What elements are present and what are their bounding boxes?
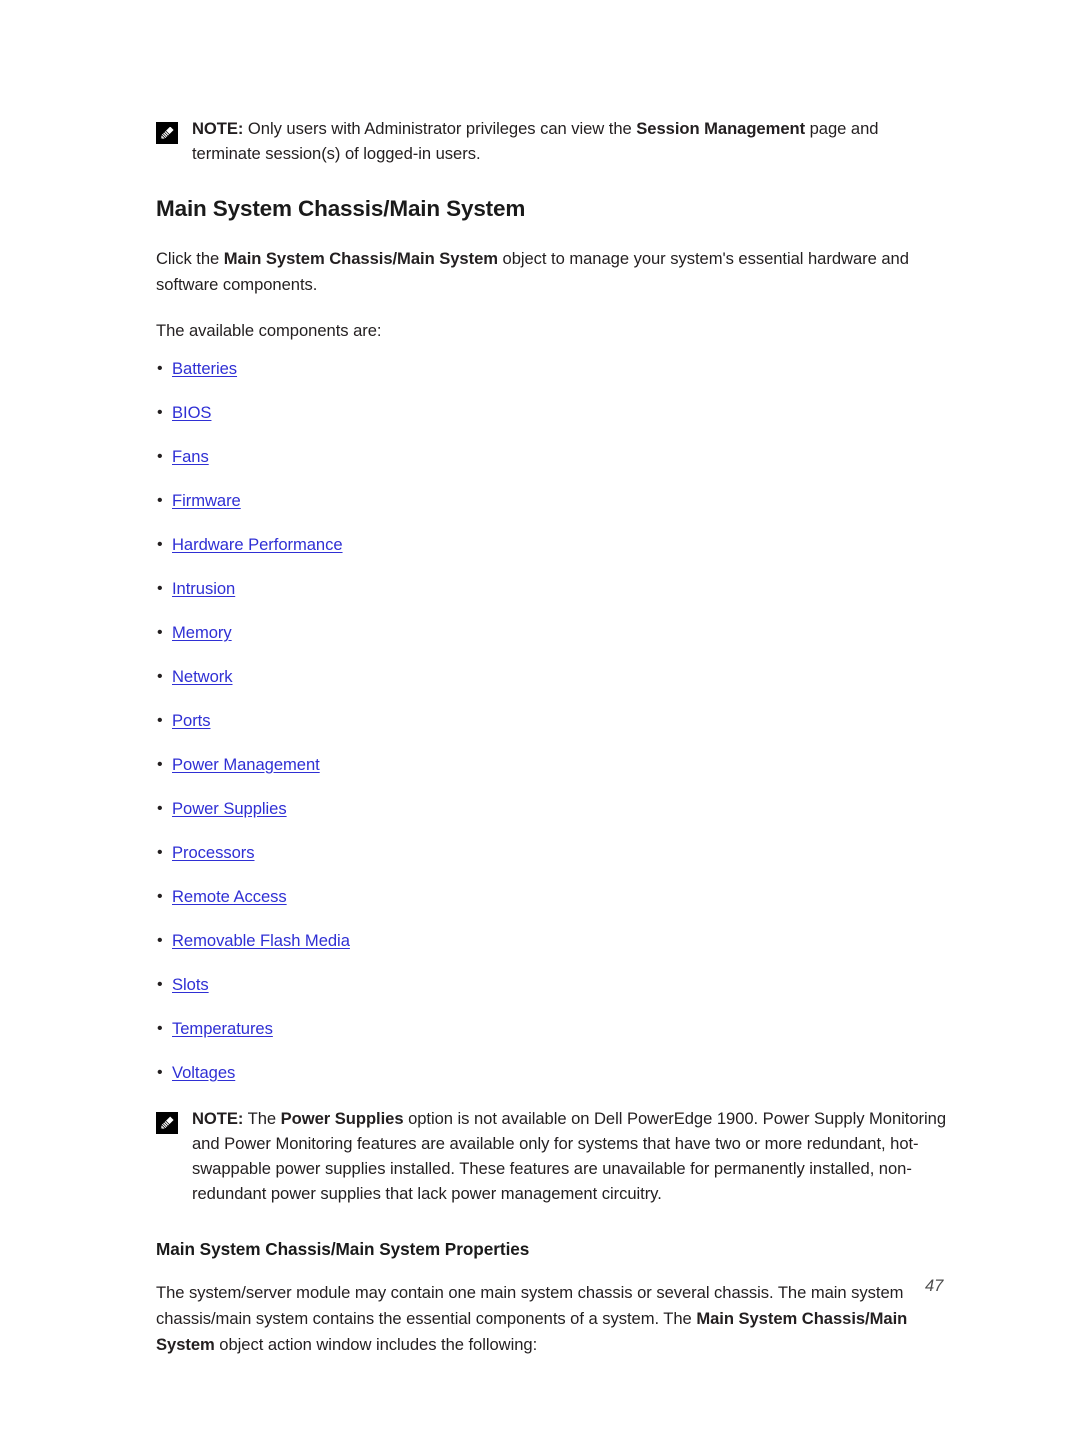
list-item: Ports — [156, 710, 948, 731]
link-removable-flash-media[interactable]: Removable Flash Media — [172, 931, 350, 950]
link-firmware[interactable]: Firmware — [172, 491, 241, 510]
page-number-value: 47 — [925, 1277, 944, 1295]
link-batteries[interactable]: Batteries — [172, 359, 237, 378]
list-item: Removable Flash Media — [156, 930, 948, 951]
link-fans[interactable]: Fans — [172, 447, 209, 466]
link-voltages[interactable]: Voltages — [172, 1063, 235, 1082]
note-pencil-icon — [156, 122, 178, 144]
available-components-label: The available components are: — [156, 321, 382, 340]
link-bios[interactable]: BIOS — [172, 403, 212, 422]
list-item: Slots — [156, 974, 948, 995]
note-text-bottom-part1: The — [243, 1109, 281, 1128]
list-item: Power Management — [156, 754, 948, 775]
list-item: Fans — [156, 446, 948, 467]
list-item: Firmware — [156, 490, 948, 511]
link-intrusion[interactable]: Intrusion — [172, 579, 235, 598]
document-page: NOTE: Only users with Administrator priv… — [0, 0, 1080, 1434]
link-slots[interactable]: Slots — [172, 975, 209, 994]
intro-part1: Click the — [156, 249, 224, 268]
note-block-bottom: NOTE: The Power Supplies option is not a… — [156, 1106, 948, 1206]
list-item: Power Supplies — [156, 798, 948, 819]
link-remote-access[interactable]: Remote Access — [172, 887, 287, 906]
note-text-top-part1: Only users with Administrator privileges… — [243, 119, 637, 138]
list-item: Network — [156, 666, 948, 687]
intro-bold-object: Main System Chassis/Main System — [223, 249, 498, 268]
page-title: Main System Chassis/Main System — [156, 196, 526, 221]
list-item: Voltages — [156, 1062, 948, 1083]
list-item: Remote Access — [156, 886, 948, 907]
properties-subtitle: Main System Chassis/Main System Properti… — [156, 1239, 530, 1259]
link-power-supplies[interactable]: Power Supplies — [172, 799, 287, 818]
list-item: BIOS — [156, 402, 948, 423]
list-item: Temperatures — [156, 1018, 948, 1039]
list-item: Batteries — [156, 358, 948, 379]
link-power-management[interactable]: Power Management — [172, 755, 320, 774]
link-network[interactable]: Network — [172, 667, 233, 686]
link-temperatures[interactable]: Temperatures — [172, 1019, 273, 1038]
note-label-top: NOTE: — [192, 119, 244, 138]
link-hardware-performance[interactable]: Hardware Performance — [172, 535, 343, 554]
note-bold-power-supplies: Power Supplies — [280, 1109, 404, 1128]
list-item: Processors — [156, 842, 948, 863]
note-bold-session-management: Session Management — [636, 119, 806, 138]
list-item: Memory — [156, 622, 948, 643]
intro-paragraph: Click the Main System Chassis/Main Syste… — [156, 246, 948, 298]
link-memory[interactable]: Memory — [172, 623, 232, 642]
note-block-top: NOTE: Only users with Administrator priv… — [156, 116, 948, 166]
note-pencil-icon — [156, 1112, 178, 1134]
note-label-bottom: NOTE: — [192, 1109, 244, 1128]
properties-part2: object action window includes the follow… — [214, 1335, 538, 1354]
link-processors[interactable]: Processors — [172, 843, 255, 862]
link-ports[interactable]: Ports — [172, 711, 211, 730]
properties-paragraph: The system/server module may contain one… — [156, 1280, 948, 1358]
note-text-bottom: NOTE: The Power Supplies option is not a… — [192, 1106, 948, 1206]
list-item: Intrusion — [156, 578, 948, 599]
list-item: Hardware Performance — [156, 534, 948, 555]
component-link-list: Batteries BIOS Fans Firmware Hardware Pe… — [156, 358, 948, 1083]
note-text-top: NOTE: Only users with Administrator priv… — [192, 116, 948, 166]
page-content: NOTE: Only users with Administrator priv… — [156, 116, 948, 1378]
